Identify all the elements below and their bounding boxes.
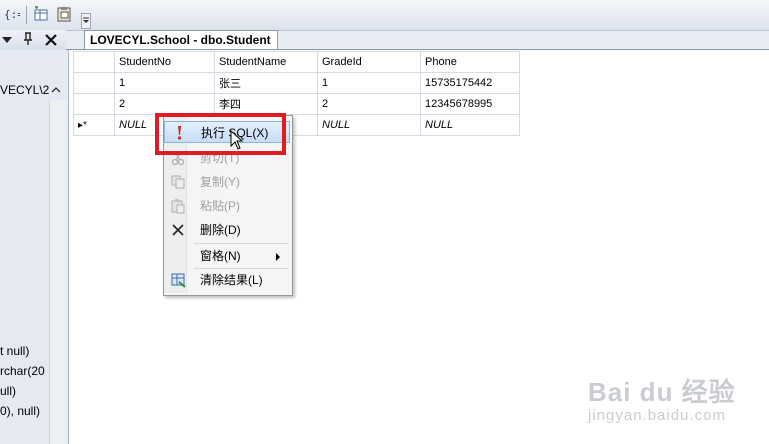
menu-item-label: 复制(Y) [200,175,240,189]
delete-x-icon [172,224,184,236]
panel-scrollbar[interactable] [49,100,66,444]
grid-cell[interactable]: 1 [317,72,421,94]
annotation-highlight-box [155,113,286,155]
clear-results-icon [171,273,186,288]
pin-icon[interactable] [22,32,34,46]
menu-item-label: 删除(D) [200,223,241,237]
grid-cell[interactable]: 李四 [214,93,318,115]
panel-path-label: VECYL\2 [0,83,50,97]
table-add-icon[interactable] [33,6,49,22]
grid-header-row: StudentNo StudentName GradeId Phone [73,51,520,73]
toolbar: {:= [0,0,769,31]
menu-item-label: 窗格(N) [200,249,241,263]
watermark-logo: Bai du 经验 [588,377,736,407]
menu-item-delete[interactable]: 删除(D) [164,219,290,241]
toolbar-separator [26,6,27,24]
row-marker[interactable] [73,93,115,115]
tab-document[interactable]: LOVECYL.School - dbo.Student [84,30,278,49]
mouse-cursor-icon [230,130,244,150]
menu-item-clear-results[interactable]: 清除结果(L) [164,269,290,291]
menu-item-panes[interactable]: 窗格(N) [164,245,290,267]
table-row[interactable]: 2 李四 2 12345678995 [73,93,520,115]
row-marker[interactable] [73,72,115,94]
panel-dropdown-icon[interactable] [2,36,12,44]
column-fragment: rchar(20 [0,364,45,378]
menu-separator [194,243,288,244]
row-marker[interactable]: ▸* [73,114,115,136]
column-header[interactable]: Phone [420,51,520,73]
submenu-arrow-icon [276,253,280,261]
grid-cell[interactable]: 15735175442 [420,72,520,94]
menu-item-label: 清除结果(L) [200,273,263,287]
table-row[interactable]: 1 张三 1 15735175442 [73,72,520,94]
column-fragment: ull) [0,384,17,398]
list-icon[interactable]: {:= [4,6,20,22]
menu-item-copy[interactable]: 复制(Y) [164,171,290,193]
copy-icon [171,175,185,189]
column-header[interactable]: StudentNo [114,51,215,73]
grid-cell[interactable]: 1 [114,72,215,94]
grid-cell[interactable]: 2 [114,93,215,115]
panel-header [0,30,66,50]
column-fragment: t null) [0,344,30,358]
menu-item-paste[interactable]: 粘贴(P) [164,195,290,217]
new-row[interactable]: ▸* NULL NULL NULL NULL [73,114,520,136]
overflow-dropdown-icon[interactable] [81,13,91,29]
grid-cell[interactable]: 12345678995 [420,93,520,115]
paste-icon [171,199,185,214]
scroll-up-icon[interactable] [51,86,61,94]
data-grid: StudentNo StudentName GradeId Phone 1 张三… [73,51,520,136]
column-header[interactable]: GradeId [317,51,421,73]
watermark-url: jingyan.baidu.com [588,407,726,424]
column-header[interactable]: StudentName [214,51,318,73]
grid-cell[interactable]: 张三 [214,72,318,94]
row-header-corner [73,51,115,73]
grid-cell[interactable]: NULL [420,114,520,136]
menu-item-label: 粘贴(P) [200,199,240,213]
grid-cell[interactable]: NULL [317,114,421,136]
column-fragment: 0), null) [0,404,41,418]
watermark: Bai du 经验 jingyan.baidu.com [588,372,736,424]
svg-text:{:=: {:= [4,8,20,21]
paste-table-icon[interactable] [56,6,72,22]
close-icon[interactable] [44,33,58,47]
grid-cell[interactable]: 2 [317,93,421,115]
